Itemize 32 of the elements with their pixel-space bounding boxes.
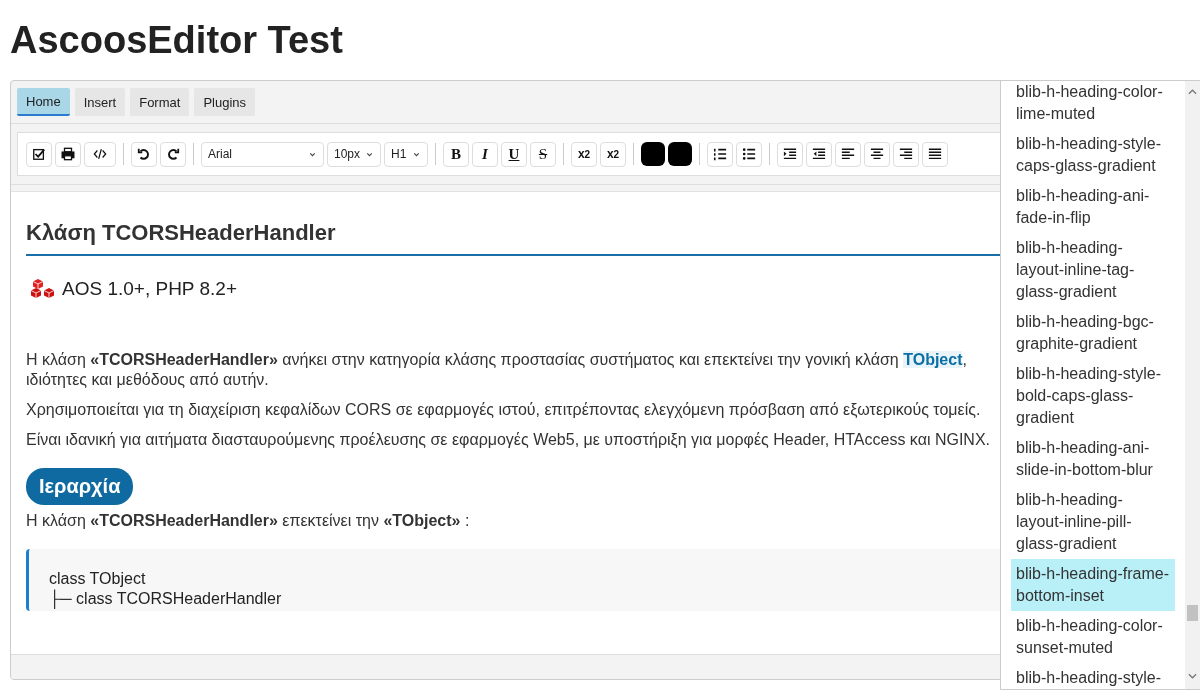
- tab[interactable]: Plugins: [194, 88, 255, 116]
- paragraph: Η κλάση «TCORSHeaderHandler» επεκτείνει την «TObject» :: [26, 511, 470, 531]
- tab[interactable]: Format: [130, 88, 190, 116]
- section-badge: Ιεραρχία: [26, 468, 134, 505]
- dropdown-option[interactable]: blib-h-heading-style-bold-caps-glass-gradient: [1011, 359, 1175, 433]
- dropdown-option[interactable]: blib-h-heading-ani-slide-in-bottom-blur: [1011, 433, 1175, 485]
- size-select[interactable]: 10px: [327, 141, 381, 167]
- tab[interactable]: Insert: [74, 88, 126, 116]
- version-text: AOS 1.0+, PHP 8.2+: [62, 278, 237, 300]
- dropdown-option[interactable]: blib-h-heading-bgc-graphite-gradient: [1011, 307, 1175, 359]
- dropdown-option[interactable]: blib-h-heading-style-caps-glass-gradient: [1011, 129, 1175, 181]
- code-line: class TObject: [49, 569, 146, 589]
- font-select[interactable]: Arial: [201, 141, 324, 167]
- dropdown-option[interactable]: blib-h-heading-color-lime-muted: [1011, 81, 1175, 129]
- dropdown-option[interactable]: blib-h-heading-ani-fade-in-flip: [1011, 181, 1175, 233]
- tab[interactable]: Home: [17, 88, 70, 116]
- dropdown-option[interactable]: blib-h-heading-layout-inline-pill-glass-gradient: [1011, 485, 1175, 559]
- page-title: AscoosEditor Test: [9, 18, 344, 62]
- format-button[interactable]: I: [472, 141, 498, 167]
- dropdown-option[interactable]: blib-h-heading-color-sunset-muted: [1011, 611, 1175, 663]
- dropdown-option[interactable]: blib-h-heading-style-: [1011, 663, 1175, 689]
- block-select[interactable]: H1: [384, 141, 428, 167]
- class-link[interactable]: TObject: [903, 351, 963, 368]
- paragraph: Είναι ιδανική για αιτήματα διασταυρούμενης προέλευσης σε εφαρμογές Web5, με υποστήριξη για μορφές Header, HTAccess και NGINX.: [26, 430, 990, 450]
- paragraph: Χρησιμοποιείται για τη διαχείριση κεφαλίδων CORS σε εφαρμογές ιστού, επιτρέποντας ελεγχόμενη πρόσβαση από εξωτερικούς τομείς.: [26, 400, 981, 420]
- paragraph: Η κλάση «TCORSHeaderHandler» ανήκει στην κατηγορία κλάσης προστασίας συστήματος και επεκτείνει την γονική κλάση TObject, ιδιότητες και μεθόδους από αυτήν.: [26, 350, 967, 390]
- dropdown-option[interactable]: blib-h-heading-layout-inline-tag-glass-gradient: [1011, 233, 1175, 307]
- format-button[interactable]: B: [443, 141, 469, 167]
- code-line: ├─ class TCORSHeaderHandler: [49, 589, 282, 609]
- dropdown-option[interactable]: blib-h-heading-frame-bottom-inset: [1011, 559, 1175, 611]
- format-button[interactable]: S: [530, 141, 556, 167]
- format-button[interactable]: U: [501, 141, 527, 167]
